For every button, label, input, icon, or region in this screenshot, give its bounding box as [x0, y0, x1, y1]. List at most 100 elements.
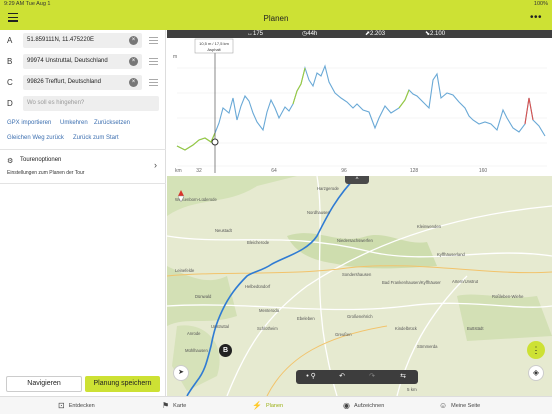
place-label: Kyffhäuserland — [437, 252, 465, 257]
status-date: Tue Aug 1 — [25, 1, 51, 7]
waypoint-a-field[interactable]: 51.859111N, 11.475220E — [23, 33, 142, 48]
place-label: Neustadt — [215, 228, 232, 233]
place-label: Harzgerode — [317, 186, 339, 191]
reverse-link[interactable]: Umkehren — [60, 120, 88, 126]
sliders-icon: ⚙ — [7, 158, 14, 165]
tour-options-row[interactable]: ⚙ Tourenoptionen Einstellungen zum Plane… — [0, 154, 166, 180]
same-way-back-link[interactable]: Gleichen Weg zurück — [7, 135, 64, 141]
elevation-line-green — [176, 132, 216, 151]
x-tick: 160 — [479, 168, 488, 174]
place-label: Ebeleben — [297, 316, 315, 321]
place-label: Greußen — [335, 332, 352, 337]
map-icon: ⚑ — [162, 400, 170, 410]
tour-options-subtitle: Einstellungen zum Planen der Tour — [7, 170, 85, 176]
tab-label: Meine Seite — [451, 403, 481, 409]
x-tick: 128 — [410, 168, 419, 174]
map-canvas[interactable] — [167, 176, 552, 396]
plan-icon: ⚡ — [252, 400, 262, 410]
waypoint-letter: A — [7, 36, 13, 45]
cursor-marker[interactable] — [211, 138, 219, 146]
drag-handle-icon[interactable] — [149, 58, 158, 67]
route-controls: • ⚲ ↶ ↷ ⇆ — [296, 370, 418, 384]
place-label: Buttstädt — [467, 326, 484, 331]
place-label: Schlotheim — [257, 326, 278, 331]
map-view[interactable]: Harzgerode Weißenborn-Lüderode Nordhause… — [167, 176, 552, 396]
waypoint-b-field[interactable]: 99974 Unstruttal, Deutschland — [23, 54, 142, 69]
clear-icon[interactable]: × — [129, 78, 138, 87]
clear-icon[interactable]: × — [129, 57, 138, 66]
status-time: 9:29 AM Tue Aug 1 — [4, 1, 51, 7]
grid-lines — [177, 67, 547, 167]
locate-icon[interactable]: ➤ — [173, 365, 189, 381]
forest-area — [457, 294, 552, 341]
waypoint-b: B 99974 Unstruttal, Deutschland × — [0, 53, 166, 71]
elevation-line-red — [524, 97, 534, 125]
redo-icon[interactable]: ↷ — [357, 370, 387, 384]
distance-stat: ↔ 175 km — [247, 31, 264, 45]
tab-plan[interactable]: ⚡ Planen — [252, 397, 283, 414]
waypoint-letter: D — [7, 99, 13, 108]
waypoint-letter: B — [7, 57, 13, 66]
place-label: Bleicherode — [247, 240, 270, 245]
back-to-start-link[interactable]: Zurück zum Start — [73, 135, 119, 141]
place-label: Kleinwenden — [417, 224, 441, 229]
clear-icon[interactable]: × — [129, 36, 138, 45]
chevron-right-icon: › — [154, 160, 157, 170]
divider — [0, 149, 166, 150]
waypoint-c-field[interactable]: 99826 Treffurt, Deutschland — [23, 75, 142, 90]
elevation-chart[interactable]: m 10,5 m / 17,5 km Asphalt km 32 64 96 1… — [167, 38, 552, 176]
elevation-line-green-2 — [292, 67, 306, 105]
waypoint-b-marker[interactable]: B — [219, 344, 232, 357]
y-unit-label: m — [173, 54, 177, 60]
descent-stat: ⬊ 2.100 m — [425, 31, 446, 45]
status-battery: 100% — [533, 1, 548, 7]
divider — [0, 183, 166, 184]
collapse-chart-tab[interactable]: ^ — [345, 176, 369, 184]
elevation-line — [176, 64, 546, 151]
profile-icon: ☺ — [439, 400, 448, 410]
status-clock: 9:29 AM — [4, 1, 25, 7]
drag-handle-icon[interactable] — [149, 79, 158, 88]
tab-map[interactable]: ⚑ Karte — [162, 397, 186, 414]
waypoint-d-input[interactable]: Wo soll es hingehen? — [23, 96, 159, 111]
tab-discover[interactable]: ⊡ Entdecken — [58, 397, 95, 414]
place-label: Unstruttal — [211, 324, 229, 329]
elevation-line-green-3 — [398, 89, 410, 109]
tab-label: Planen — [265, 403, 284, 409]
place-label: Leinefelde — [175, 268, 195, 273]
place-label: Dünwald — [195, 294, 212, 299]
route-type-icon[interactable]: ⇆ — [388, 370, 418, 384]
discover-icon: ⊡ — [58, 400, 65, 410]
place-label: Mühlhausen — [185, 348, 208, 353]
x-axis-ticks: 32 64 96 128 160 — [196, 168, 487, 174]
waypoint-c: C 99826 Treffurt, Deutschland × — [0, 74, 166, 92]
x-tick: 96 — [341, 168, 347, 174]
elevation-profile[interactable]: ↔ 175 km ◷ 44h 51min ⬈ 2.203 m ⬊ 2.100 m m 1… — [167, 30, 552, 176]
add-waypoint-button[interactable]: ⋮ — [527, 341, 545, 359]
tab-profile[interactable]: ☺ Meine Seite — [439, 397, 480, 414]
record-icon: ◉ — [343, 400, 350, 410]
undo-icon[interactable]: ↶ — [327, 370, 357, 384]
navigate-button[interactable]: Navigieren — [6, 376, 82, 392]
walk-icon[interactable]: • ⚲ — [296, 370, 326, 384]
tab-label: Aufzeichnen — [353, 403, 385, 409]
drag-handle-icon[interactable] — [149, 37, 158, 46]
ascent-stat: ⬈ 2.203 m — [365, 31, 386, 45]
map-scale: 5 km — [407, 387, 417, 392]
reset-link[interactable]: Zurücksetzen — [94, 120, 130, 126]
layers-icon[interactable]: ◈ — [528, 365, 544, 381]
place-label: Artern/Unstrut — [452, 279, 479, 284]
place-label: Großenehrich — [347, 314, 373, 319]
place-label: Roßleben-Wiehe — [492, 294, 524, 299]
tab-record[interactable]: ◉ Aufzeichnen — [343, 397, 384, 414]
page-title: Planen — [263, 14, 289, 23]
place-label: Kindelbrück — [395, 326, 417, 331]
more-icon[interactable]: ••• — [530, 12, 542, 23]
waypoint-a: A 51.859111N, 11.475220E × — [0, 32, 166, 50]
tooltip-surface: Asphalt — [207, 47, 221, 52]
place-label: Sömmerda — [417, 344, 438, 349]
x-tick: 64 — [271, 168, 277, 174]
save-planning-button[interactable]: Planung speichern — [85, 376, 160, 392]
compass-icon[interactable] — [177, 190, 185, 202]
gpx-import-link[interactable]: GPX importieren — [7, 120, 51, 126]
